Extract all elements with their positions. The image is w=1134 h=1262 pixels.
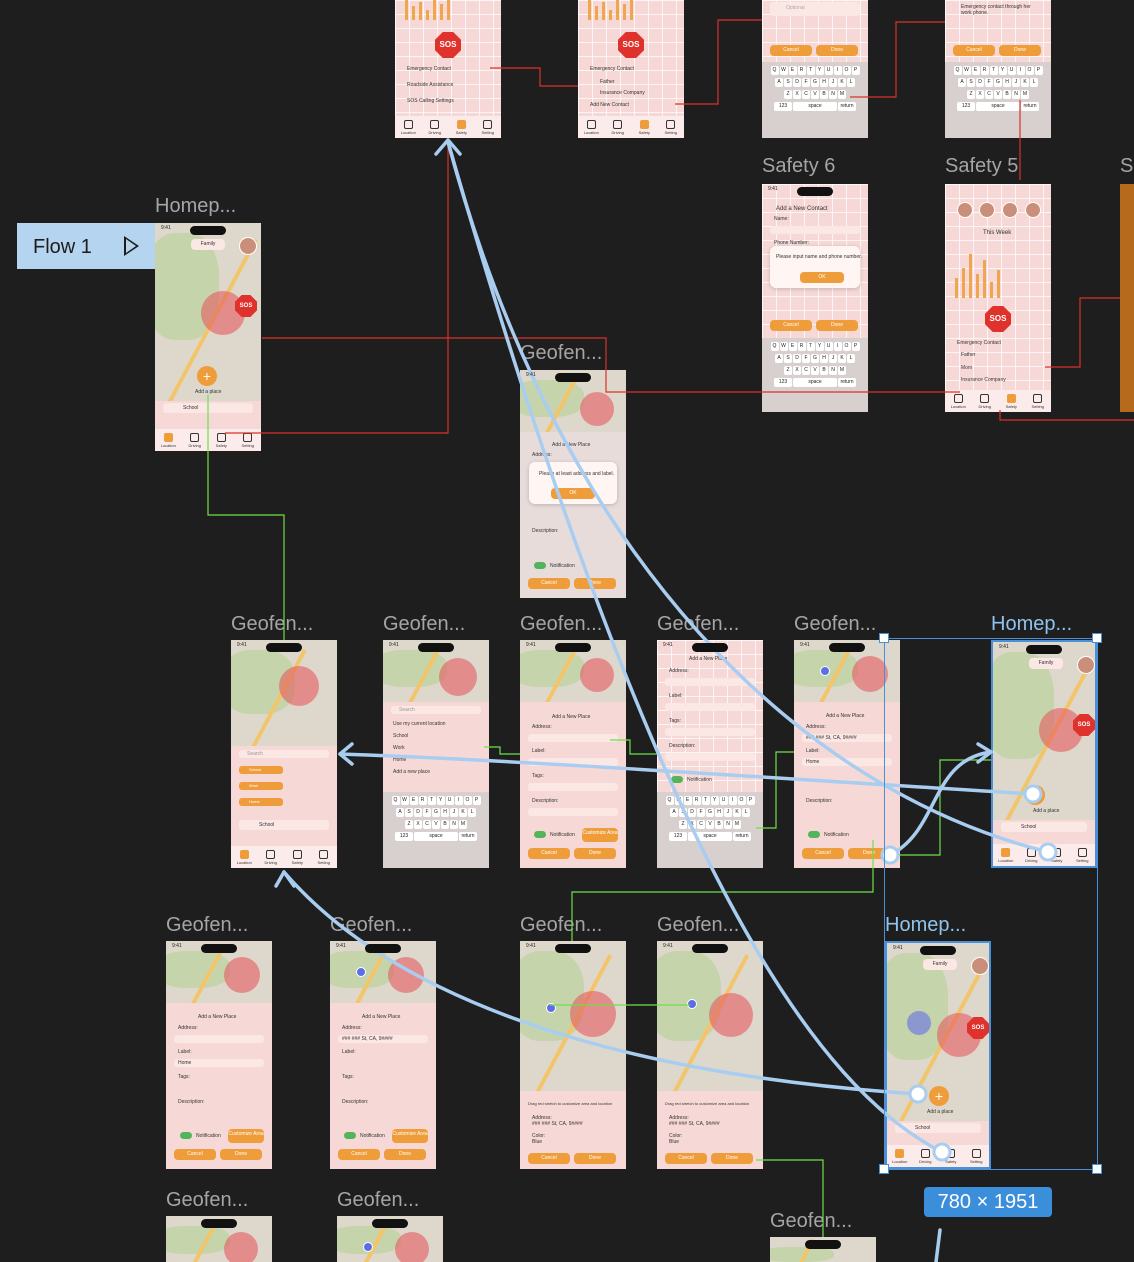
phone-notch	[829, 643, 865, 652]
phone-notch	[365, 944, 401, 953]
resize-handle[interactable]	[1092, 1164, 1102, 1174]
status-time: 9:41	[172, 943, 182, 949]
phone-notch	[555, 944, 591, 953]
status-time: 9:41	[237, 642, 247, 648]
status-time: 9:41	[336, 943, 346, 949]
link-red	[675, 19, 762, 105]
phone-notch	[920, 946, 956, 955]
status-time: 9:41	[663, 642, 673, 648]
phone-notch	[692, 643, 728, 652]
resize-handle[interactable]	[879, 1164, 889, 1174]
phone-notch	[372, 1219, 408, 1228]
phone-notch	[1026, 645, 1062, 654]
link-red	[850, 21, 945, 98]
link-green	[610, 739, 657, 755]
phone-notch	[201, 1219, 237, 1228]
status-time: 9:41	[800, 642, 810, 648]
phone-notch	[805, 1240, 841, 1249]
status-time: 9:41	[999, 644, 1009, 650]
status-time: 9:41	[526, 642, 536, 648]
phone-notch	[201, 944, 237, 953]
link-green	[756, 751, 794, 829]
design-canvas[interactable]: Flow 1 SOS Emergency Contact Roadside As…	[0, 0, 1134, 1262]
status-time: 9:41	[526, 372, 536, 378]
phone-notch	[692, 944, 728, 953]
phone-notch	[555, 643, 591, 652]
link-red	[490, 67, 578, 87]
status-time: 9:41	[663, 943, 673, 949]
link-blue	[934, 1228, 942, 1262]
link-red	[999, 410, 1134, 421]
resize-handle[interactable]	[879, 633, 889, 643]
link-red	[1045, 297, 1120, 368]
phone-notch	[555, 373, 591, 382]
selection-size-badge: 780 × 1951	[924, 1187, 1052, 1217]
phone-notch	[266, 643, 302, 652]
resize-handle[interactable]	[1092, 633, 1102, 643]
selection-bounds[interactable]	[884, 638, 1098, 1170]
link-red	[262, 337, 960, 393]
status-time: 9:41	[526, 943, 536, 949]
status-time: 9:41	[768, 186, 778, 192]
phone-notch	[190, 226, 226, 235]
phone-notch	[797, 187, 833, 196]
link-red	[225, 140, 449, 434]
status-time: 9:41	[893, 945, 903, 951]
link-green	[756, 1159, 824, 1237]
link-green	[484, 746, 520, 755]
link-green	[207, 395, 285, 640]
phone-notch	[418, 643, 454, 652]
status-time: 9:41	[161, 225, 171, 231]
link-blue	[282, 870, 920, 1096]
status-time: 9:41	[389, 642, 399, 648]
